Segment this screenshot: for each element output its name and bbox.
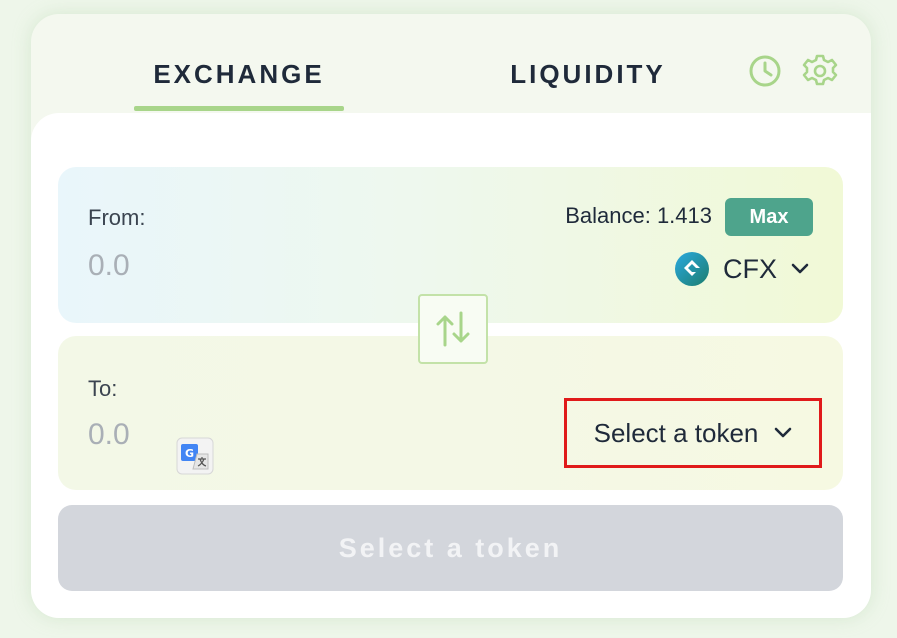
exchange-card: EXCHANGE LIQUIDITY From: 0.0 Balance: 1.… bbox=[31, 14, 871, 618]
chevron-down-icon bbox=[791, 263, 809, 274]
select-token-label: Select a token bbox=[593, 417, 759, 448]
submit-button[interactable]: Select a token bbox=[58, 505, 843, 591]
to-label: To: bbox=[88, 376, 118, 401]
max-button[interactable]: Max bbox=[725, 198, 813, 236]
tab-bar: EXCHANGE LIQUIDITY bbox=[31, 14, 871, 126]
from-label: From: bbox=[88, 205, 146, 230]
to-token-selector[interactable]: Select a token bbox=[564, 398, 822, 468]
chevron-down-icon bbox=[775, 427, 792, 438]
to-amount-input[interactable]: 0.0 bbox=[88, 418, 130, 452]
svg-text:G: G bbox=[185, 447, 194, 460]
tab-exchange[interactable]: EXCHANGE bbox=[134, 56, 344, 92]
swap-direction-button[interactable] bbox=[418, 294, 488, 364]
swap-panel: From: 0.0 Balance: 1.413 Max CFX To: 0.0… bbox=[31, 113, 871, 618]
translate-icon[interactable]: G bbox=[176, 437, 214, 475]
from-token-name: CFX bbox=[723, 253, 777, 284]
active-tab-indicator bbox=[134, 106, 344, 111]
gear-icon[interactable] bbox=[801, 52, 839, 90]
tab-liquidity[interactable]: LIQUIDITY bbox=[483, 56, 693, 92]
clock-icon[interactable] bbox=[746, 52, 784, 90]
from-amount-input[interactable]: 0.0 bbox=[88, 249, 130, 283]
swap-arrows-icon bbox=[436, 311, 470, 347]
cfx-token-icon bbox=[675, 252, 709, 286]
from-token-selector[interactable]: CFX bbox=[675, 249, 809, 289]
balance-text: Balance: 1.413 bbox=[565, 203, 712, 228]
